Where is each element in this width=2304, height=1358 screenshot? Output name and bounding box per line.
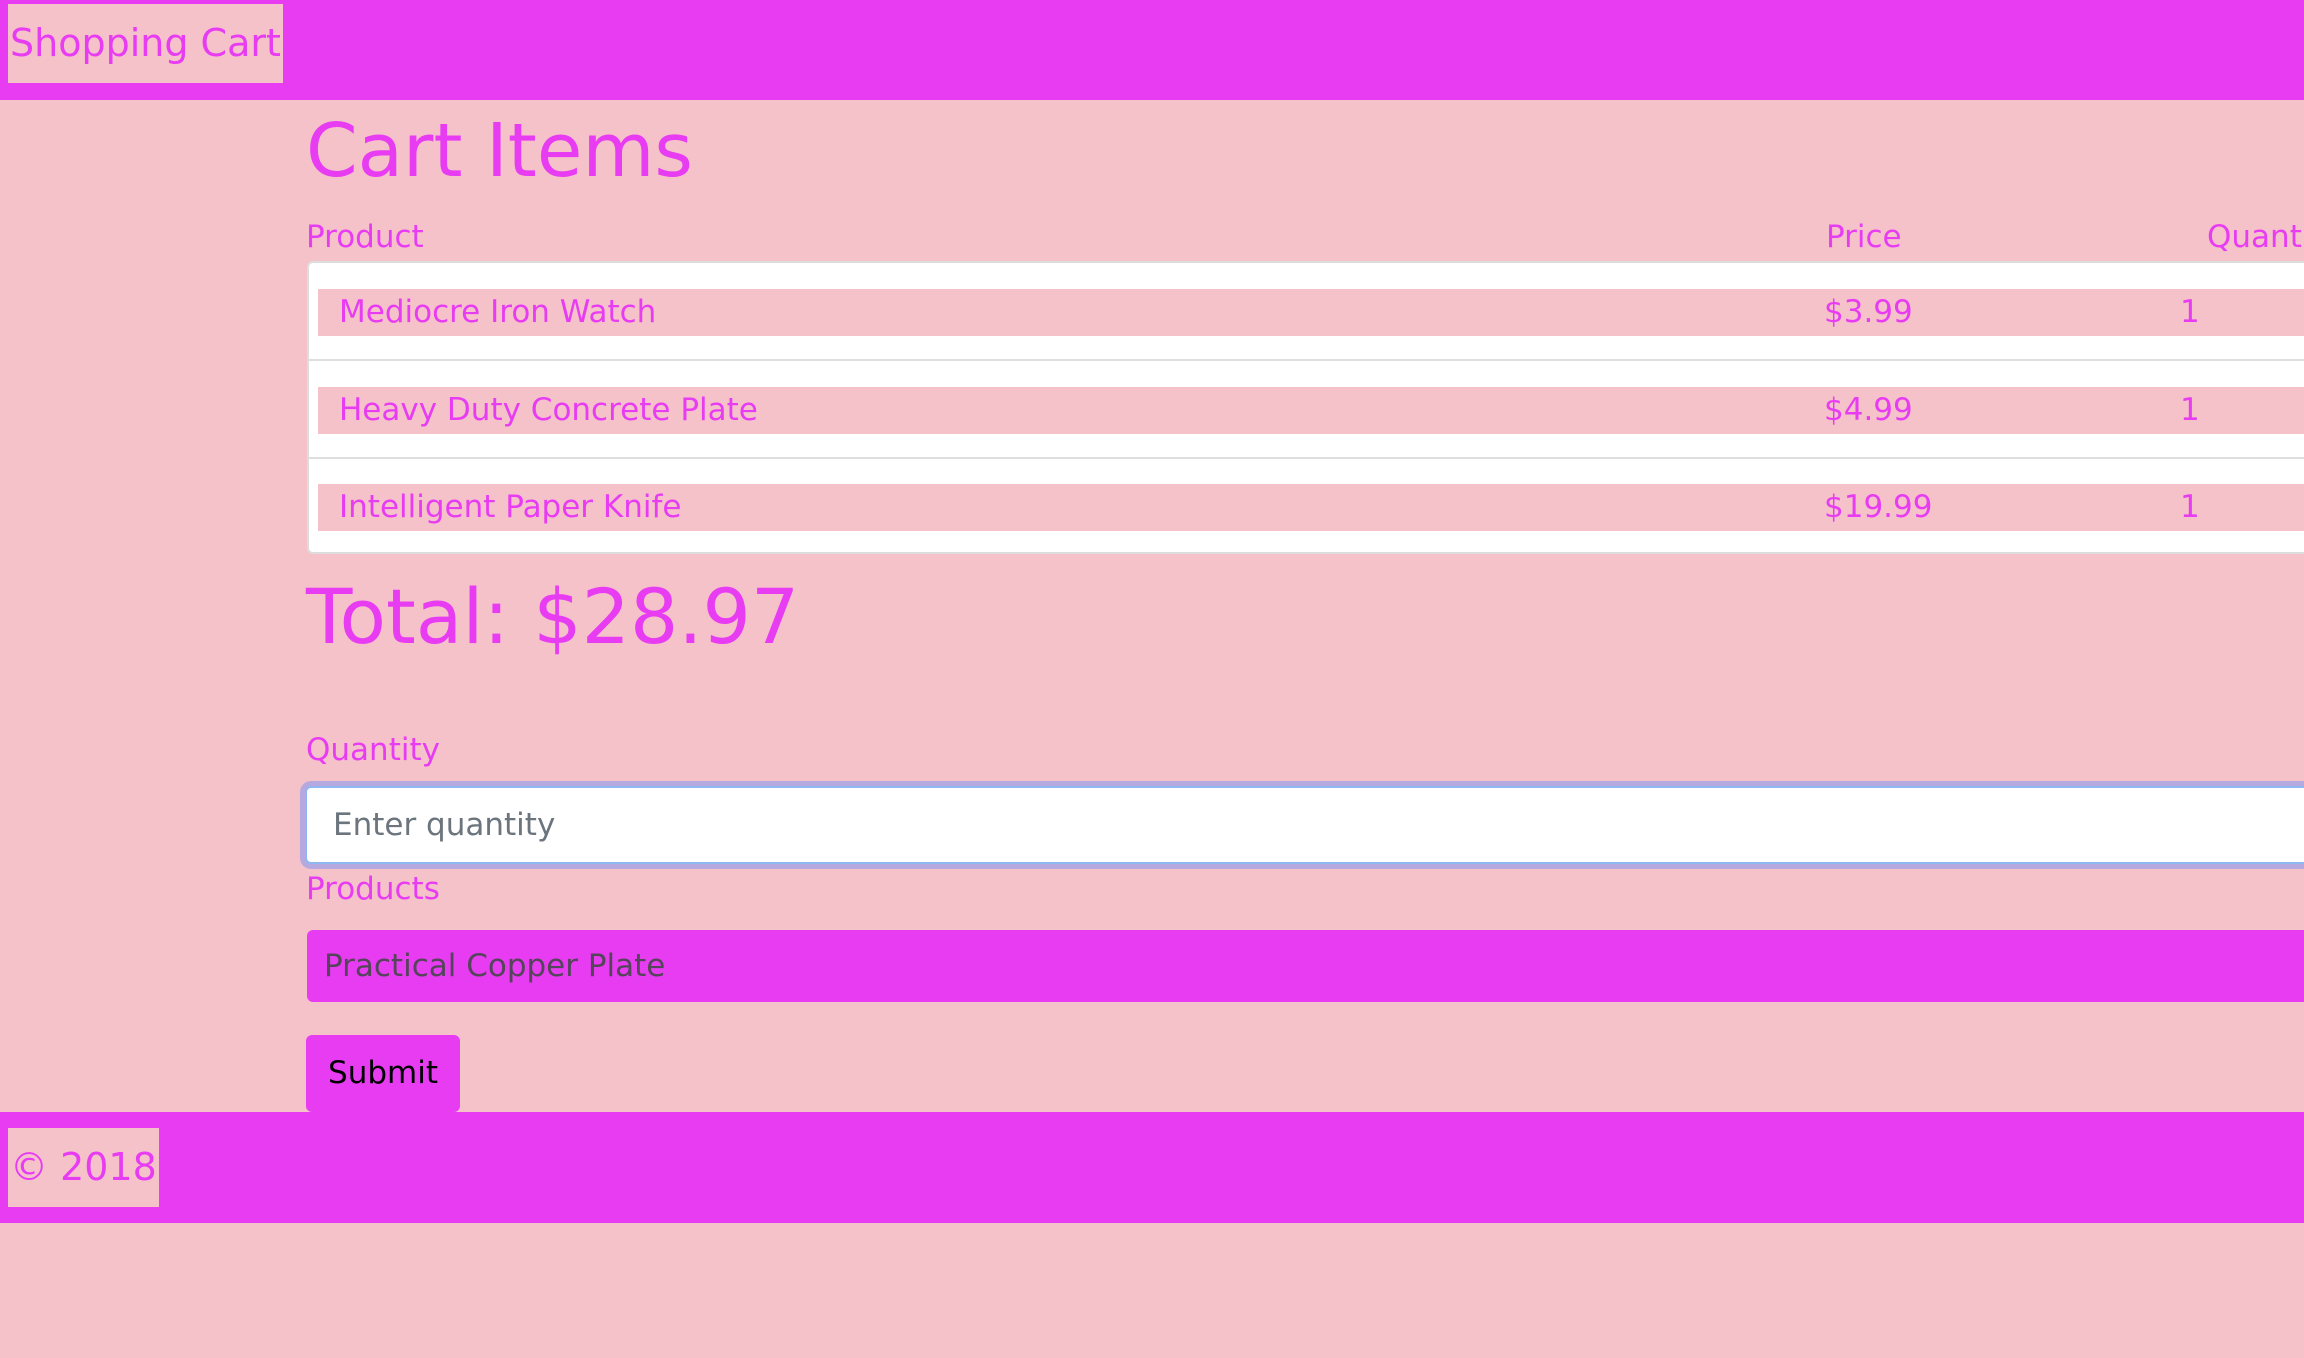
row-divider [309, 359, 2304, 361]
navbar: Shopping Cart [0, 0, 2304, 100]
quantity-label: Quantity [306, 732, 440, 768]
cart-total: Total: $28.97 [306, 572, 800, 661]
page-title: Cart Items [306, 108, 693, 194]
column-header-quantity: Quantity [2207, 219, 2304, 255]
row-divider [309, 457, 2304, 459]
cart-items-list: Mediocre Iron Watch $3.99 1 Heavy Duty C… [307, 261, 2304, 554]
column-header-price: Price [1826, 219, 1902, 255]
cart-item-row[interactable]: Heavy Duty Concrete Plate $4.99 1 [318, 387, 2304, 434]
footer: © 2018 [0, 1112, 2304, 1223]
products-select[interactable]: Practical Copper Plate [307, 930, 2304, 1002]
submit-button[interactable]: Submit [306, 1035, 460, 1112]
cart-item-row[interactable]: Mediocre Iron Watch $3.99 1 [318, 289, 2304, 336]
cart-item-price: $19.99 [1824, 489, 1933, 525]
quantity-input[interactable] [305, 786, 2304, 864]
cart-item-quantity: 1 [2180, 294, 2200, 330]
cart-item-name: Intelligent Paper Knife [339, 489, 682, 525]
cart-item-row[interactable]: Intelligent Paper Knife $19.99 1 [318, 484, 2304, 531]
products-label: Products [306, 871, 440, 907]
cart-item-quantity: 1 [2180, 392, 2200, 428]
cart-item-price: $3.99 [1824, 294, 1913, 330]
copyright-text: © 2018 [8, 1128, 159, 1207]
cart-item-name: Mediocre Iron Watch [339, 294, 657, 330]
cart-item-quantity: 1 [2180, 489, 2200, 525]
column-header-product: Product [306, 219, 424, 255]
brand-link[interactable]: Shopping Cart [8, 4, 283, 83]
cart-item-price: $4.99 [1824, 392, 1913, 428]
cart-item-name: Heavy Duty Concrete Plate [339, 392, 758, 428]
